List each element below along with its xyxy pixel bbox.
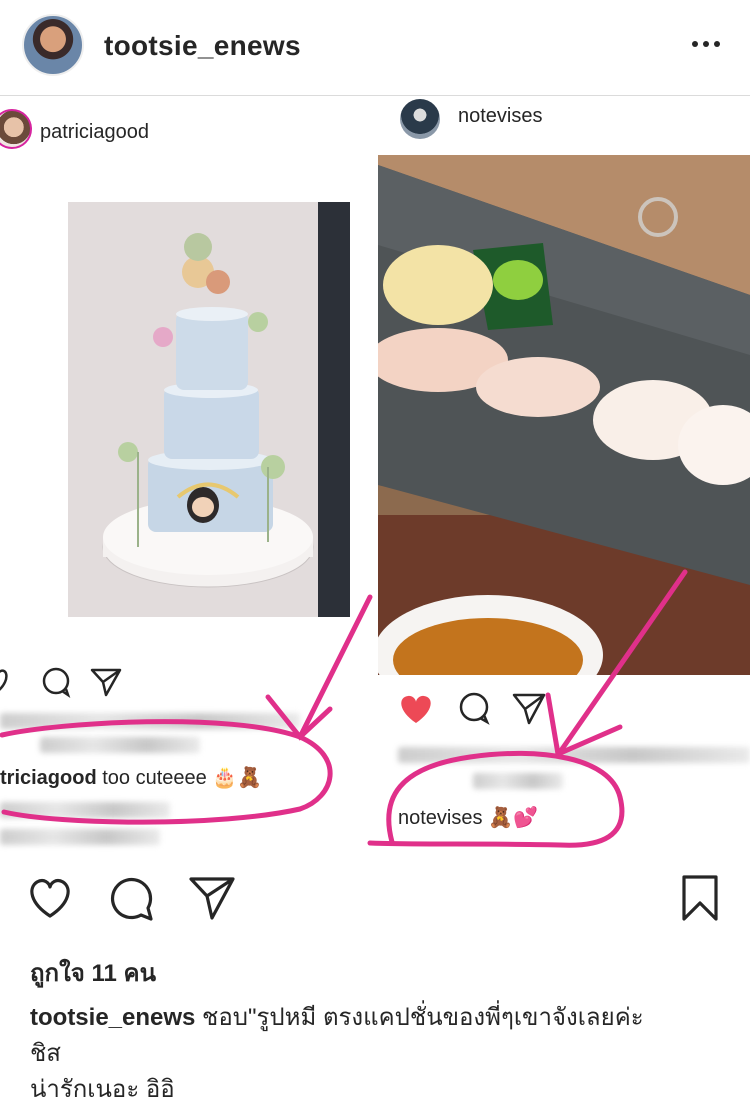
avatar [0,109,32,149]
send-icon [512,693,546,725]
blurred-text [398,747,750,763]
send-icon[interactable] [188,875,236,921]
right-post-actions [401,692,546,725]
comment-text: too cuteeee [102,767,207,789]
blurred-text [0,802,170,818]
comment-icon[interactable] [108,874,156,922]
post-caption: tootsie_enews ชอบ"รูปหมี ตรงแคปชั่นของพี… [30,1000,730,1108]
sushi-photo [378,155,750,675]
comment-emojis: 🎂🧸 [212,767,263,789]
left-post-username: patriciagood [40,121,149,143]
left-screenshot: patriciagood triciagood too cuteeee 🎂🧸 [0,97,372,867]
heart-icon[interactable] [26,876,74,920]
comment-button[interactable] [106,872,158,924]
blurred-text [473,773,563,789]
comment-username: notevises [398,807,483,829]
heart-icon [401,695,431,723]
post-image[interactable]: patriciagood triciagood too cuteeee 🎂🧸 n… [0,97,750,867]
action-bar [0,868,750,934]
caption-text: ชิส [30,1040,61,1067]
post-header: tootsie_enews [0,0,750,96]
caption-text: ชอบ"รูปหมี ตรงแคปชั่นของพี่ๆเขาจังเลยค่ะ [195,1004,644,1031]
caption-username[interactable]: tootsie_enews [30,1004,195,1031]
comment-username: triciagood [0,767,97,789]
save-button[interactable] [674,872,726,924]
avatar [400,99,440,139]
heart-icon [0,669,8,691]
like-button[interactable] [24,872,76,924]
share-button[interactable] [186,872,238,924]
more-horizontal-icon[interactable] [690,34,722,54]
left-comment: triciagood too cuteeee 🎂🧸 [0,765,262,790]
avatar[interactable] [22,14,84,76]
comment-emojis: 🧸💕 [488,807,538,829]
bookmark-icon[interactable] [680,874,720,922]
send-icon [90,668,122,697]
comment-icon [42,667,70,695]
caption-text: น่ารักเนอะ อิอิ [30,1076,175,1103]
cake-photo [68,202,350,617]
blurred-text [0,829,160,845]
left-post-actions [0,667,122,699]
sushi-illustration [378,155,750,675]
right-comment: notevises 🧸💕 [398,805,538,830]
blurred-text [0,713,300,729]
cake-illustration [68,202,350,617]
likes-count[interactable]: ถูกใจ 11 คน [30,953,156,992]
blurred-text [40,737,200,753]
right-post-username: notevises [458,105,543,127]
comment-icon [459,692,489,722]
post-username[interactable]: tootsie_enews [104,30,301,62]
right-screenshot: notevises notevises 🧸💕 [378,97,750,867]
